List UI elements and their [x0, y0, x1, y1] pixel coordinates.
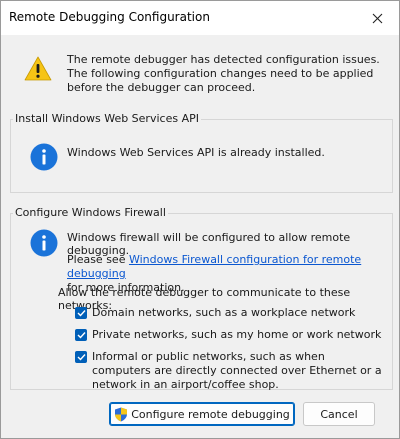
- uac-shield-icon: [115, 407, 128, 421]
- domain-networks-label: Domain networks, such as a workplace net…: [92, 306, 356, 319]
- public-networks-checkbox[interactable]: [75, 351, 87, 363]
- public-networks-label: Informal or public networks, such as whe…: [92, 350, 382, 391]
- private-networks-label: Private networks, such as my home or wor…: [92, 328, 382, 341]
- cancel-button[interactable]: Cancel: [303, 402, 375, 426]
- private-networks-option[interactable]: Private networks, such as my home or wor…: [75, 328, 382, 342]
- api-installed-message: Windows Web Services API is already inst…: [67, 146, 325, 159]
- checkmark-icon: [77, 332, 86, 339]
- cancel-button-label: Cancel: [320, 407, 358, 421]
- private-networks-checkbox[interactable]: [75, 329, 87, 341]
- configure-remote-debugging-button[interactable]: Configure remote debugging: [109, 402, 295, 426]
- checkmark-icon: [77, 310, 86, 317]
- warning-message: The remote debugger has detected configu…: [67, 53, 380, 94]
- checkmark-icon: [77, 354, 86, 361]
- domain-networks-checkbox[interactable]: [75, 307, 87, 319]
- please-see-text: Please see: [67, 253, 129, 266]
- title-bar: Remote Debugging Configuration: [1, 1, 399, 35]
- domain-networks-option[interactable]: Domain networks, such as a workplace net…: [75, 306, 382, 320]
- window-title: Remote Debugging Configuration: [9, 10, 210, 24]
- web-services-api-group-label: Install Windows Web Services API: [13, 112, 201, 125]
- warning-icon: [24, 56, 52, 81]
- close-button[interactable]: [357, 1, 397, 35]
- info-icon: [30, 229, 58, 257]
- info-icon: [30, 143, 58, 171]
- remote-debugging-dialog: Remote Debugging Configuration The remot…: [0, 0, 400, 439]
- close-icon: [372, 13, 382, 23]
- firewall-group-label: Configure Windows Firewall: [13, 206, 168, 219]
- configure-button-label: Configure remote debugging: [131, 407, 290, 421]
- public-networks-option[interactable]: Informal or public networks, such as whe…: [75, 350, 382, 392]
